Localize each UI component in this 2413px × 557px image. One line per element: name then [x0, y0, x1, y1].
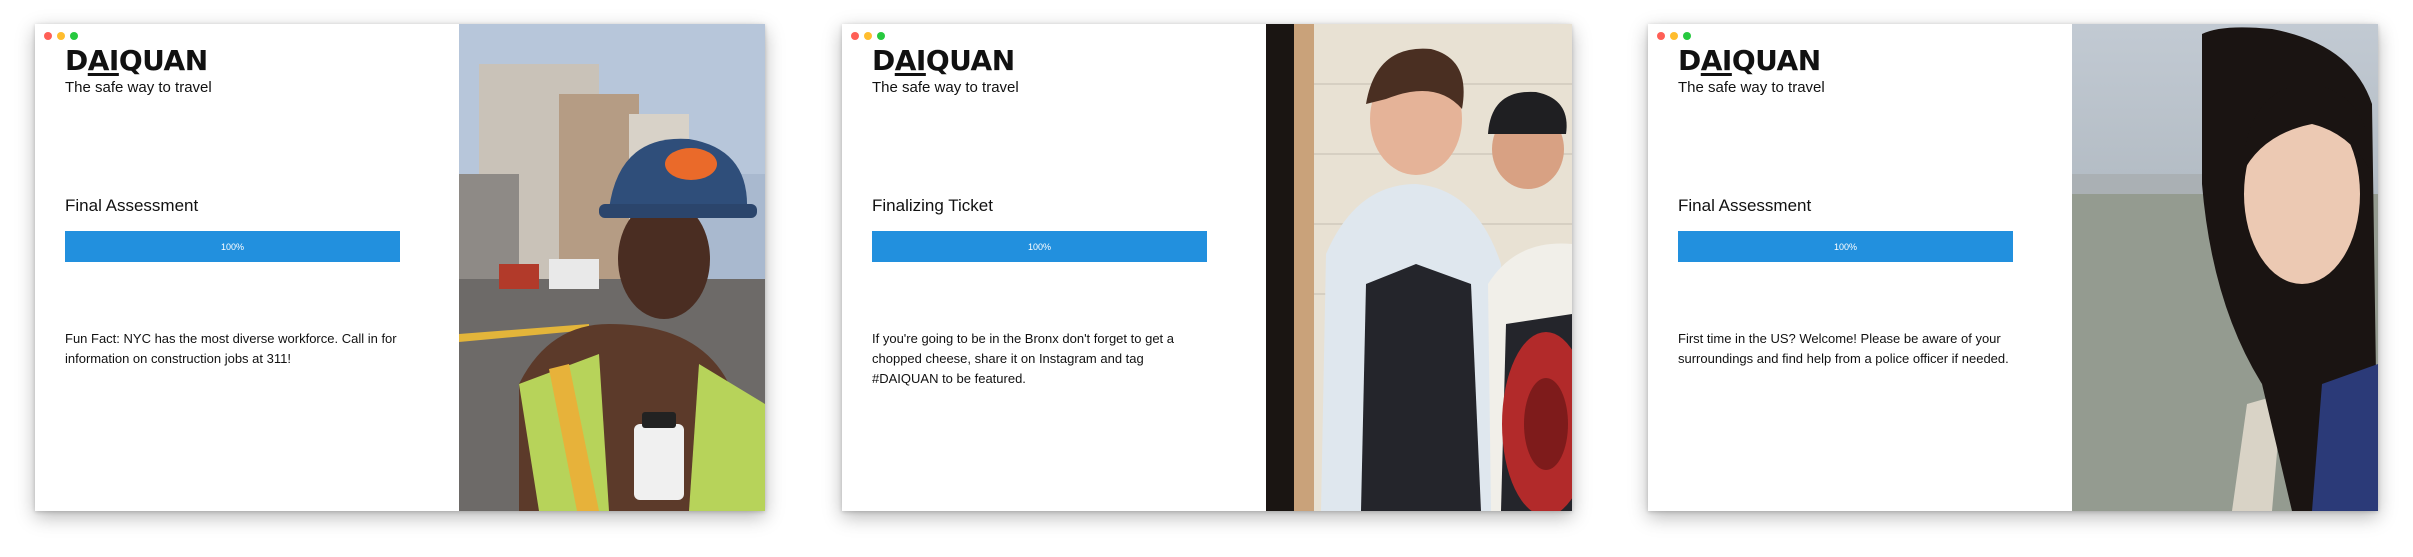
stage-title: Final Assessment — [1678, 196, 1812, 215]
progress-label: 100% — [1027, 241, 1052, 252]
content-panel: DAIQUAN The safe way to travel Finalizin… — [842, 24, 1266, 511]
chefs-photo — [1266, 24, 1572, 511]
progress-bar: 100% — [1678, 231, 2013, 262]
progress-label: 100% — [1833, 241, 1858, 252]
progress-bar: 100% — [872, 231, 1207, 262]
tagline: The safe way to travel — [872, 79, 1019, 96]
stage-title: Finalizing Ticket — [872, 196, 993, 215]
progress-label: 100% — [220, 241, 245, 252]
app-logo: DAIQUAN — [65, 44, 208, 77]
app-window-2: DAIQUAN The safe way to travel Finalizin… — [842, 24, 1572, 511]
content-panel: DAIQUAN The safe way to travel Final Ass… — [1648, 24, 2072, 511]
app-window-1: DAIQUAN The safe way to travel Final Ass… — [35, 24, 765, 511]
tagline: The safe way to travel — [1678, 79, 1825, 96]
app-logo: DAIQUAN — [1678, 44, 1821, 77]
fun-fact-text: Fun Fact: NYC has the most diverse workf… — [65, 331, 397, 366]
app-window-3: DAIQUAN The safe way to travel Final Ass… — [1648, 24, 2378, 511]
app-logo: DAIQUAN — [872, 44, 1015, 77]
progress-bar: 100% — [65, 231, 400, 262]
construction-worker-photo — [459, 24, 765, 511]
stage-title: Final Assessment — [65, 196, 199, 215]
fun-fact-text: First time in the US? Welcome! Please be… — [1678, 331, 2009, 366]
fun-fact-text: If you're going to be in the Bronx don't… — [872, 331, 1174, 386]
traveler-photo — [2072, 24, 2378, 511]
content-panel: DAIQUAN The safe way to travel Final Ass… — [35, 24, 459, 511]
tagline: The safe way to travel — [65, 79, 212, 96]
